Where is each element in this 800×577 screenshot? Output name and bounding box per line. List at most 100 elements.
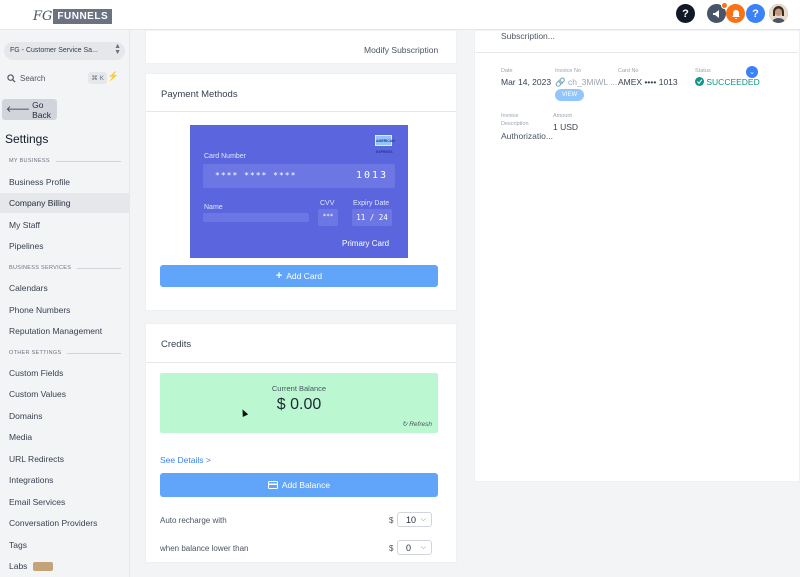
invoice-label: Invoice No [555,68,581,74]
account-switcher[interactable]: FG - Customer Service Sa... ▲ ▼ [4,42,125,60]
modify-subscription-link[interactable]: Modify Subscription [364,45,438,55]
primary-card-label: Primary Card [342,239,390,248]
help-icon[interactable]: ? [676,4,695,23]
go-back-button[interactable]: 🡐 Go Back [2,99,57,120]
subscription-text: Subscription... [501,31,555,41]
current-balance-panel: Current Balance $ 0.00 ↻ Refresh [160,373,438,433]
payment-methods-title: Payment Methods [161,89,238,100]
sidebar-item-media[interactable]: Media [0,427,130,447]
add-card-button[interactable]: + Add Card [160,265,438,287]
logo-wordmark: FUNNELS [53,9,113,24]
sidebar-item-url-redirects[interactable]: URL Redirects [0,449,130,469]
auto-recharge-currency: $ [389,516,394,525]
balance-threshold-label: when balance lower than [160,544,249,553]
megaphone-icon[interactable] [707,2,728,23]
sidebar-item-business-profile[interactable]: Business Profile [0,172,130,192]
search-button[interactable]: Search ⌘ K ⚡ [4,70,125,86]
card-name-field [203,213,309,222]
status-value: SUCCEEDED [706,77,760,87]
card-number-label: Card Number [204,153,247,160]
sidebar-item-domains[interactable]: Domains [0,406,130,426]
refresh-icon: ↻ [401,421,408,428]
sidebar-item-my-staff[interactable]: My Staff [0,215,130,235]
sidebar-item-custom-values[interactable]: Custom Values [0,384,130,404]
invoice-link[interactable]: 🔗 ch_3MiWL ... [555,77,617,88]
card-number-mask: **** **** **** [215,171,297,180]
wallet-icon [267,481,278,489]
see-details-link[interactable]: See Details > [160,455,211,465]
search-shortcut: ⌘ K [88,72,107,84]
balance-threshold-value: 0 [406,542,412,553]
auto-recharge-label: Auto recharge with [160,516,227,525]
sidebar-item-company-billing[interactable]: Company Billing [0,193,130,213]
subscription-card: Modify Subscription [145,30,457,64]
date-label: Date [501,68,513,74]
credits-title: Credits [161,339,192,350]
chevron-down-icon: ⌵ [420,515,426,523]
divider [146,362,456,363]
sidebar-item-integrations[interactable]: Integrations [0,470,130,490]
divider [146,111,456,112]
arrow-left-icon: 🡐 [6,104,31,114]
top-header: FG FUNNELS ? ? [0,0,800,30]
account-name: FG - Customer Service Sa... [10,47,98,54]
fg-funnels-logo[interactable]: FG FUNNELS [33,9,113,24]
transactions-panel [474,30,800,482]
balance-threshold-select[interactable]: 0 ⌵ [397,540,432,555]
logo-fg-mark: FG [33,9,53,24]
plus-icon: + [275,270,283,282]
labs-badge [33,561,54,571]
view-invoice-button[interactable]: VIEW [555,89,584,101]
sidebar-item-phone-numbers[interactable]: Phone Numbers [0,300,130,320]
sidebar-item-labs[interactable]: Labs [0,556,130,576]
section-other-settings: OTHER SETTINGS [9,350,121,356]
amex-logo: AMERICAN EXPRESS [375,135,395,154]
status-badge: SUCCEEDED [695,77,760,87]
current-balance-label: Current Balance [271,384,327,393]
invoice-description-label-1: Invoice [501,113,519,119]
section-my-business: MY BUSINESS [9,158,121,164]
refresh-button[interactable]: ↻ Refresh [402,420,432,428]
status-label: Status [695,68,711,74]
sidebar-item-email-services[interactable]: Email Services [0,492,130,512]
auto-recharge-select[interactable]: 10 ⌵ [397,512,432,527]
expand-row-icon[interactable]: ⌄ [746,66,758,78]
search-label: Search [20,73,46,83]
sidebar-item-pipelines[interactable]: Pipelines [0,236,130,256]
credit-card-preview[interactable]: AMERICAN EXPRESS Card Number **** **** *… [190,125,408,258]
refresh-label: Refresh [409,421,432,428]
card-label: Card No [618,68,639,74]
amount-label: Amount [553,113,572,119]
divider [476,52,798,53]
card-last-four: 1013 [356,170,389,181]
add-balance-button[interactable]: Add Balance [160,473,438,497]
chevron-updown-icon: ▲ ▼ [114,43,121,56]
invoice-value: ch_3MiWL ... [567,77,618,87]
chevron-down-icon: ⌵ [420,543,426,551]
invoice-description-value: Authorizatio... [501,131,553,141]
sidebar-item-tags[interactable]: Tags [0,535,130,555]
expiry-field: 11 / 24 [352,209,392,226]
bell-icon[interactable] [726,4,745,23]
sidebar: FG - Customer Service Sa... ▲ ▼ Search ⌘ … [0,30,130,577]
credits-card: Credits [145,323,457,563]
sidebar-item-conversation-providers[interactable]: Conversation Providers [0,513,130,533]
support-help-icon[interactable]: ? [746,4,765,23]
date-value: Mar 14, 2023 [501,77,552,87]
link-icon: 🔗 [555,77,566,87]
go-back-label: Go Back [32,99,52,120]
current-balance-value: $ 0.00 [276,396,322,413]
avatar[interactable] [769,4,788,23]
section-business-services: BUSINESS SERVICES [9,265,121,271]
add-balance-label: Add Balance [281,480,331,490]
sidebar-item-reputation-management[interactable]: Reputation Management [0,321,130,341]
sidebar-item-calendars[interactable]: Calendars [0,278,130,298]
sidebar-item-custom-fields[interactable]: Custom Fields [0,363,130,383]
lightning-icon[interactable]: ⚡ [108,71,119,82]
check-circle-icon [695,77,704,86]
auto-recharge-value: 10 [406,514,417,525]
amount-value: 1 USD [553,122,579,132]
cvv-label: CVV [320,200,335,207]
balance-threshold-currency: $ [389,544,394,553]
card-number-field: **** **** **** 1013 [203,164,395,188]
